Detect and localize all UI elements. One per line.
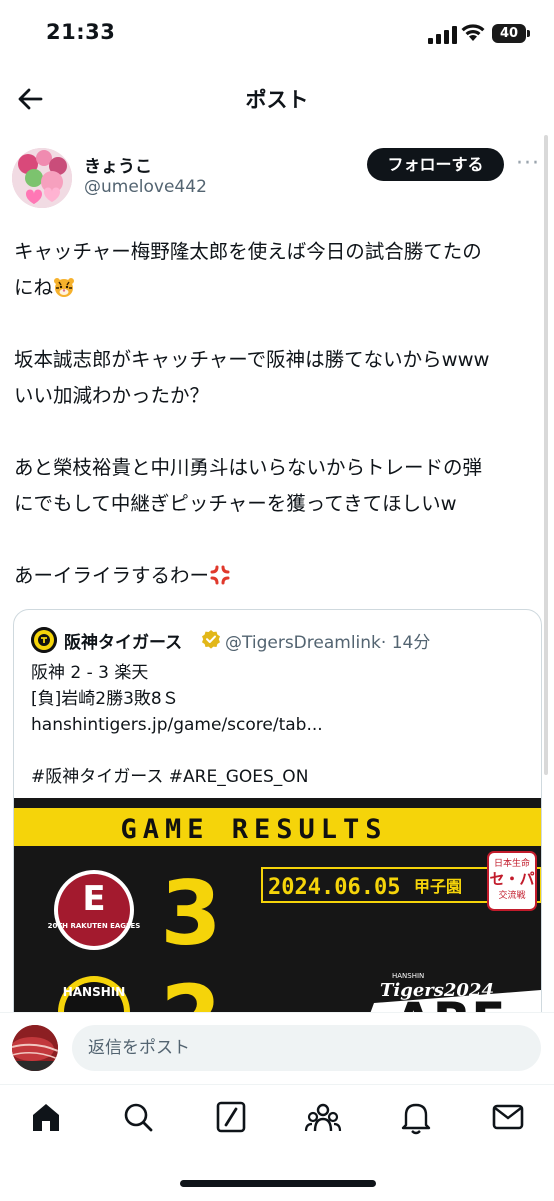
cellular-signal-icon bbox=[428, 26, 457, 44]
post-paragraph: キャッチャー梅野隆太郎を使えば今日の試合勝てたの にね bbox=[14, 234, 542, 306]
author-handle[interactable]: @umelove442 bbox=[84, 177, 207, 197]
page-title: ポスト bbox=[245, 88, 309, 112]
hanshin-small-text: HANSHIN bbox=[392, 972, 424, 980]
game-date: 2024.06.05 bbox=[268, 875, 400, 900]
post-text: キャッチャー梅野隆太郎を使えば今日の試合勝てたの にね bbox=[14, 240, 482, 299]
battery-icon: 40 bbox=[492, 24, 526, 43]
anger-symbol-icon bbox=[210, 565, 230, 585]
author-name[interactable]: きょうこ bbox=[84, 152, 152, 177]
status-bar: 21:33 40 bbox=[0, 0, 554, 70]
reply-bar bbox=[0, 1012, 554, 1085]
quoted-post-text: 阪神 2 - 3 楽天 [負]岩崎2勝3敗8Ｓ hanshintigers.jp… bbox=[31, 663, 323, 787]
badge-title: セ・パ bbox=[489, 870, 534, 888]
quoted-post[interactable]: 阪神タイガース @TigersDreamlink· 14分 阪神 2 - 3 楽… bbox=[13, 609, 542, 1031]
post-paragraph: あーイライラするわー bbox=[14, 558, 542, 594]
badge-subtitle: 交流戦 bbox=[498, 889, 525, 901]
hanshin-tigers-logo bbox=[31, 627, 57, 653]
my-avatar[interactable] bbox=[12, 1025, 58, 1071]
scrollbar[interactable] bbox=[544, 135, 548, 775]
verified-badge-icon bbox=[202, 630, 220, 649]
post-paragraph: あと榮枝裕貴と中川勇斗はいらないからトレードの弾 にでもして中継ぎピッチャーを獲… bbox=[14, 456, 483, 515]
home-indicator bbox=[180, 1180, 376, 1187]
reply-input[interactable] bbox=[72, 1025, 541, 1071]
eagles-e-mark: E bbox=[82, 879, 105, 919]
eagles-logo-text: 20TH RAKUTEN EAGLES bbox=[48, 922, 141, 930]
post-text: あーイライラするわー bbox=[14, 564, 210, 587]
quoted-post-time: · 14分 bbox=[380, 633, 431, 653]
author-avatar[interactable] bbox=[12, 148, 72, 208]
search-icon[interactable] bbox=[118, 1099, 158, 1135]
game-venue: 甲子園 bbox=[414, 877, 462, 896]
messages-icon[interactable] bbox=[488, 1099, 528, 1135]
hanshin-logo-text: HANSHIN bbox=[63, 985, 126, 999]
post-paragraph: 坂本誠志郎がキャッチャーで阪神は勝てないからwww いい加減わかったか？ bbox=[14, 348, 490, 407]
follow-button[interactable]: フォローする bbox=[367, 148, 504, 181]
game-results-image[interactable]: GAME RESULTS E 20TH RAKUTEN EAGLES 3 HAN… bbox=[14, 798, 541, 1030]
quoted-author-handle[interactable]: @TigersDreamlink bbox=[225, 633, 381, 653]
status-time: 21:33 bbox=[46, 20, 116, 44]
notifications-icon[interactable] bbox=[396, 1099, 436, 1135]
wifi-icon bbox=[461, 24, 485, 41]
quoted-author-name[interactable]: 阪神タイガース bbox=[64, 628, 182, 653]
tiger-face-icon bbox=[54, 278, 75, 297]
badge-sponsor: 日本生命 bbox=[494, 857, 530, 869]
grok-icon[interactable] bbox=[211, 1099, 251, 1135]
game-results-graphic: GAME RESULTS E 20TH RAKUTEN EAGLES 3 HAN… bbox=[14, 798, 541, 1030]
post-body: キャッチャー梅野隆太郎を使えば今日の試合勝てたの にね 坂本誠志郎がキャッチャー… bbox=[14, 234, 542, 630]
results-banner-text: GAME RESULTS bbox=[120, 814, 387, 845]
communities-icon[interactable] bbox=[303, 1099, 343, 1135]
battery-cap bbox=[527, 30, 530, 37]
quoted-author-meta: @TigersDreamlink· 14分 bbox=[225, 628, 430, 653]
away-score: 3 bbox=[160, 862, 221, 965]
post-header: ポスト bbox=[0, 70, 554, 130]
more-options-icon[interactable]: ··· bbox=[514, 152, 542, 176]
home-icon[interactable] bbox=[26, 1099, 66, 1135]
